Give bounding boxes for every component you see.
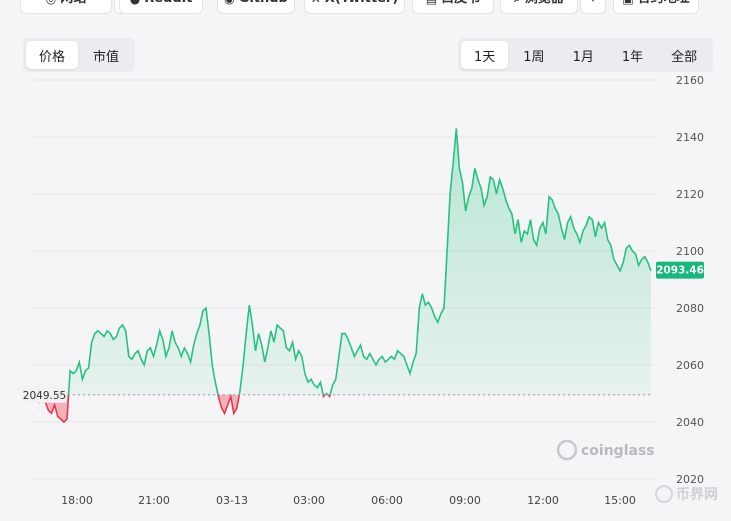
x-tick-label: 03-13 (216, 494, 248, 507)
y-tick-label: 2060 (676, 359, 704, 372)
site-watermark-icon (655, 485, 673, 503)
watermark-coinglass: coinglass (581, 443, 655, 459)
y-tick-label: 2040 (676, 416, 704, 429)
y-tick-label: 2120 (676, 188, 704, 201)
x-tick-label: 03:00 (293, 494, 325, 507)
x-tick-label: 09:00 (449, 494, 481, 507)
baseline-label: 2049.55 (23, 390, 66, 402)
last-price-badge: 2093.46 (656, 265, 704, 277)
x-tick-label: 12:00 (527, 494, 559, 507)
price-chart: 2160 2140 2120 2100 2080 2060 2040 2020 18:00 21:… (22, 74, 718, 507)
area-above-baseline (68, 128, 651, 395)
x-tick-label: 06:00 (371, 494, 403, 507)
y-tick-label: 2160 (676, 74, 704, 87)
watermark-site: 币界网 (676, 487, 718, 503)
x-tick-label: 21:00 (138, 494, 170, 507)
x-tick-label: 18:00 (61, 494, 93, 507)
y-tick-label: 2020 (676, 473, 704, 486)
coinglass-logo-icon (556, 439, 578, 461)
y-tick-label: 2100 (676, 245, 704, 258)
y-tick-label: 2080 (676, 302, 704, 315)
y-tick-label: 2140 (676, 131, 704, 144)
x-tick-label: 15:00 (604, 494, 636, 507)
